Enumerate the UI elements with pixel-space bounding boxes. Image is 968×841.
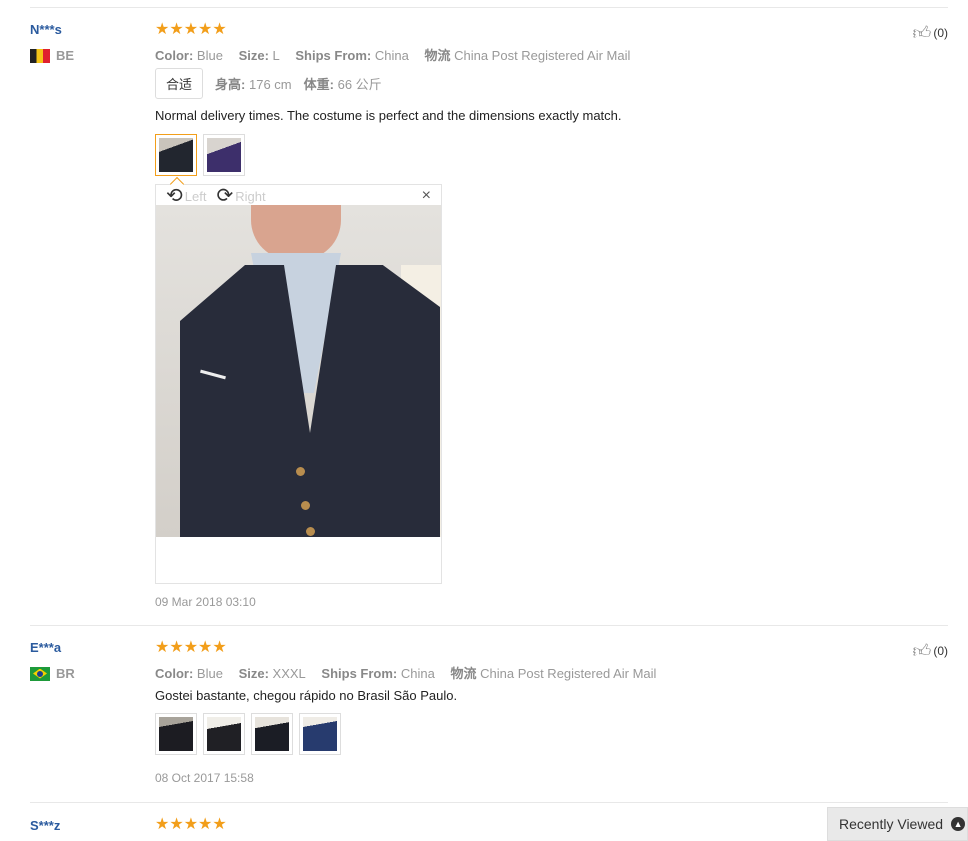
rotate-right-icon: ⟳ — [216, 185, 234, 207]
rotate-left-icon: ⟲ — [166, 185, 183, 207]
rotate-left-button[interactable]: ⟲ Left — [166, 185, 207, 207]
logistics-value: China Post Registered Air Mail — [454, 48, 631, 63]
review-photo-thumbnail[interactable] — [299, 713, 341, 755]
review-item: N***s BE ★★★★★ Color: Blue Size: L Ships… — [30, 0, 948, 620]
review-photo-thumbnail[interactable] — [251, 713, 293, 755]
reviewer-country: BR — [30, 666, 75, 681]
color-value: Blue — [196, 48, 223, 63]
review-text: Gostei bastante, chegou rápido no Brasil… — [155, 688, 458, 703]
review-date: 09 Mar 2018 03:10 — [155, 595, 256, 609]
height-label: 身高: — [215, 77, 246, 92]
rotate-right-button[interactable]: ⟳ Right — [216, 185, 266, 207]
review-photos — [155, 713, 341, 755]
reviewer-name[interactable]: S***z — [30, 818, 60, 833]
color-label: Color: — [155, 48, 194, 63]
height-value: 176 cm — [248, 77, 292, 92]
review-photo-thumbnail[interactable] — [203, 713, 245, 755]
review-photo-large — [156, 205, 441, 537]
size-label: Size: — [238, 666, 269, 681]
rotate-left-label: Left — [184, 188, 207, 204]
review-photo-thumbnail[interactable] — [155, 713, 197, 755]
reviewer-country: BE — [30, 48, 74, 63]
review-photo-thumbnail[interactable] — [203, 134, 245, 176]
fit-info: 合适 身高: 176 cm 体重: 66 公斤 — [155, 68, 382, 99]
fit-tag: 合适 — [155, 68, 204, 99]
reviewer-name[interactable]: N***s — [30, 22, 62, 37]
ships-from-label: Ships From: — [321, 666, 398, 681]
star-rating: ★★★★★ — [155, 21, 227, 38]
weight-label: 体重: — [303, 77, 334, 92]
weight-value: 66 公斤 — [337, 77, 382, 92]
size-value: XXXL — [272, 666, 306, 681]
rotate-right-label: Right — [235, 188, 266, 204]
review-attributes: Color: Blue Size: XXXL Ships From: China… — [155, 663, 656, 682]
size-label: Size: — [238, 48, 269, 63]
height-info: 身高: 176 cm — [215, 74, 292, 93]
review-photos — [155, 134, 245, 176]
helpful-button[interactable]: 👍︎ (0) — [913, 22, 948, 44]
helpful-count: (0) — [933, 644, 948, 658]
logistics-label: 物流 — [450, 666, 477, 681]
belgium-flag-icon — [30, 48, 50, 63]
helpful-count: (0) — [933, 26, 948, 40]
brazil-flag-icon — [30, 666, 50, 681]
chevron-up-icon: ▲ — [951, 817, 966, 831]
review-item: E***a BR ★★★★★ Color: Blue Size: XXXL Sh… — [30, 620, 948, 800]
recently-viewed-label: Recently Viewed — [839, 816, 944, 832]
color-label: Color: — [155, 666, 194, 681]
thumbs-up-icon: 👍︎ — [912, 641, 932, 661]
ships-from-label: Ships From: — [295, 48, 372, 63]
color-value: Blue — [196, 666, 223, 681]
review-attributes: Color: Blue Size: L Ships From: China 物流… — [155, 45, 630, 64]
country-code: BE — [56, 48, 75, 63]
logistics-label: 物流 — [424, 48, 451, 63]
helpful-button[interactable]: 👍︎ (0) — [913, 640, 948, 662]
review-photo-thumbnail[interactable] — [155, 134, 197, 176]
close-icon[interactable]: × — [422, 187, 431, 205]
reviewer-name[interactable]: E***a — [30, 640, 61, 655]
recently-viewed-button[interactable]: Recently Viewed ▲ — [827, 807, 968, 841]
logistics-value: China Post Registered Air Mail — [480, 666, 657, 681]
review-date: 08 Oct 2017 15:58 — [155, 771, 254, 785]
photo-viewer: ⟲ Left ⟳ Right × — [155, 176, 442, 584]
country-code: BR — [56, 666, 75, 681]
viewer-toolbar: ⟲ Left ⟳ Right — [166, 185, 266, 207]
star-rating: ★★★★★ — [155, 639, 227, 656]
ships-from-value: China — [400, 666, 435, 681]
thumbs-up-icon: 👍︎ — [912, 23, 932, 43]
star-rating: ★★★★★ — [155, 816, 227, 833]
review-text: Normal delivery times. The costume is pe… — [155, 108, 622, 123]
review-item: S***z ★★★★★ — [30, 800, 948, 841]
size-value: L — [272, 48, 280, 63]
ships-from-value: China — [374, 48, 409, 63]
weight-info: 体重: 66 公斤 — [304, 74, 382, 93]
